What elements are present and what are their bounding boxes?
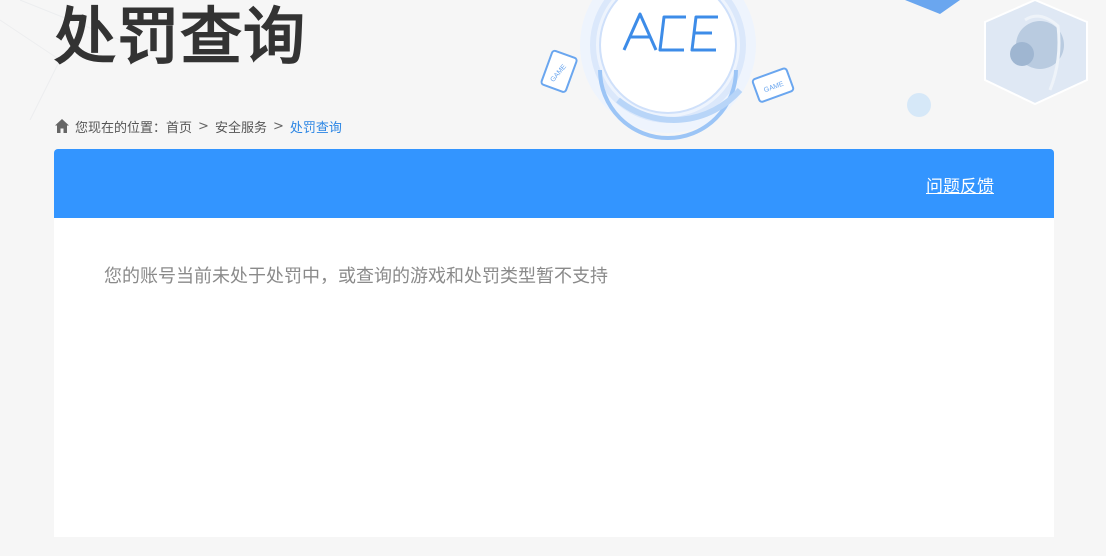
svg-text:GAME: GAME [763,81,785,95]
game-badge-right: GAME [751,67,795,103]
orb-decoration [907,93,931,117]
breadcrumb-home-link[interactable]: 首页 [166,117,192,136]
breadcrumb-security-services-link[interactable]: 安全服务 [215,117,267,136]
breadcrumb-separator: > [272,118,284,134]
character-avatar [984,0,1088,106]
breadcrumb-current: 处罚查询 [289,120,342,136]
breadcrumb-prefix: 您现在的位置： [75,120,167,136]
breadcrumb: 您现在的位置： 首页 > 安全服务 > 处罚查询 [54,117,342,136]
ace-logo [622,12,718,52]
game-badge-left: GAME [540,49,578,93]
query-result-message: 您的账号当前未处于处罚中，或查询的游戏和处罚类型暂不支持 [104,266,608,287]
ace-ring-decoration [580,0,756,140]
svg-text:GAME: GAME [549,63,568,84]
breadcrumb-separator: > [198,118,209,134]
page-title: 处罚查询 [54,0,307,73]
blue-gem-decoration [905,0,960,14]
panel-body: 您的账号当前未处于处罚中，或查询的游戏和处罚类型暂不支持 [54,218,1054,537]
panel-header: 问题反馈 [54,149,1054,218]
feedback-link[interactable]: 问题反馈 [926,172,994,197]
home-icon [54,118,70,134]
